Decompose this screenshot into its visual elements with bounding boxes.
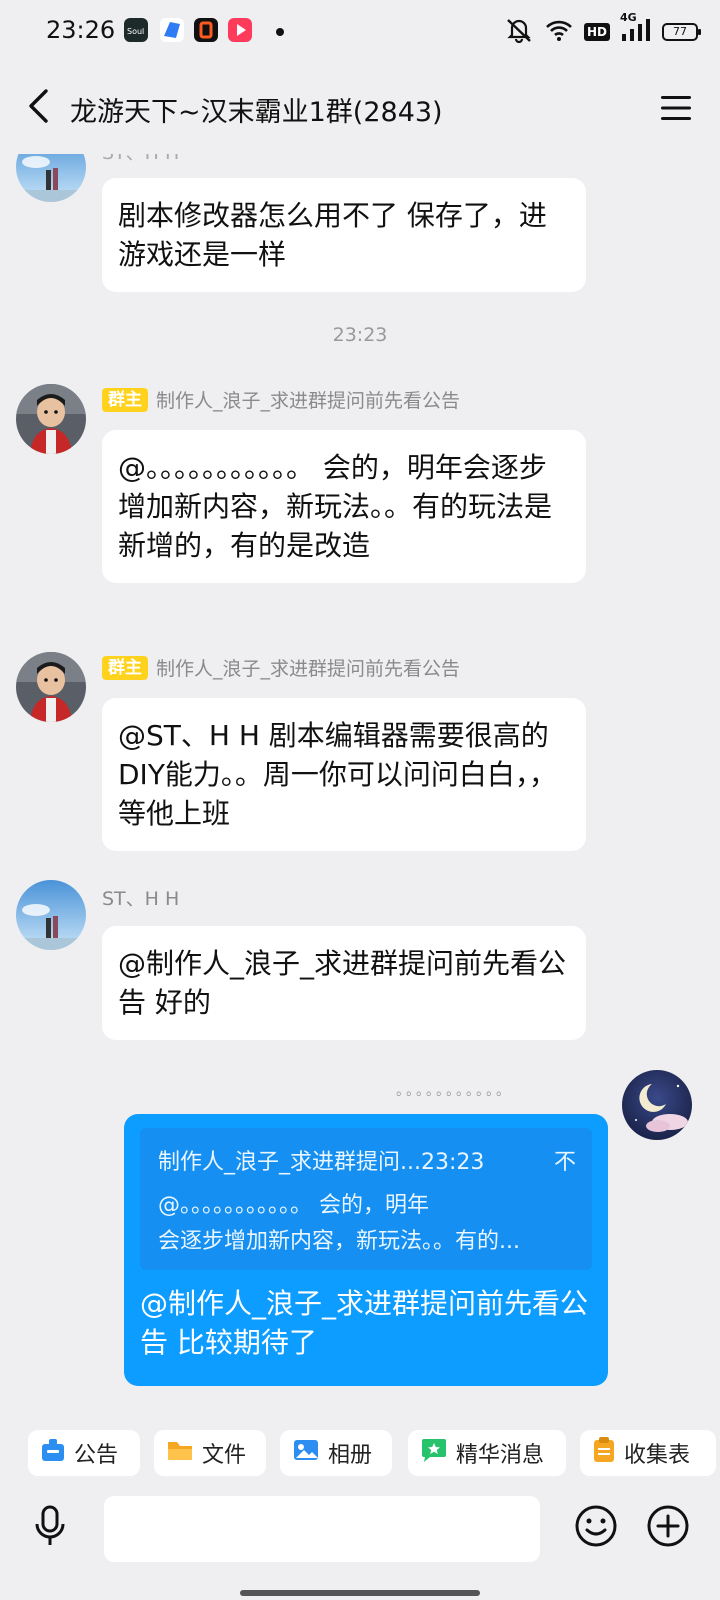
chip-label: 文件 xyxy=(202,1443,247,1468)
chat-header: 龙游天下~汉末霸业1群(2843) xyxy=(0,64,720,154)
microphone-icon xyxy=(32,1504,68,1552)
orange-app-icon xyxy=(194,18,218,42)
quote-line: 会逐步增加新内容，新玩法。。有的... xyxy=(158,1229,520,1254)
page-title: 龙游天下~汉末霸业1群(2843) xyxy=(70,97,443,128)
reply-quote[interactable]: 制作人_浪子_求进群提问...23:23 不 @。。。。。。。。。。。 会的，明… xyxy=(140,1128,592,1270)
menu-button[interactable] xyxy=(656,90,696,130)
message-bubble[interactable]: @制作人_浪子_求进群提问前先看公告 好的 xyxy=(102,926,586,1040)
blue-app-icon xyxy=(160,18,184,42)
battery-icon: 77 xyxy=(662,23,701,41)
message-list[interactable]: ST、H H 剧本修改器怎么用不了 保存了，进游戏还是一样 23:23 群主 制… xyxy=(0,154,720,1422)
network-type: 4G xyxy=(620,11,637,24)
essence-messages-button[interactable]: 精华消息 xyxy=(408,1430,566,1476)
album-button[interactable]: 相册 xyxy=(280,1430,392,1476)
chip-label: 收集表 xyxy=(624,1443,691,1468)
quote-body: @。。。。。。。。。。。 会的，明年 会逐步增加新内容，新玩法。。有的... xyxy=(158,1188,578,1260)
voice-button[interactable] xyxy=(28,1504,72,1552)
quote-close-label[interactable]: 不 xyxy=(554,1144,576,1176)
home-indicator[interactable] xyxy=(240,1590,480,1596)
svg-text:Soul: Soul xyxy=(127,27,144,36)
sender-name: 群主 制作人_浪子_求进群提问前先看公告 xyxy=(102,386,460,413)
status-bar: 23:26 Soul HD 4G 77 xyxy=(0,0,720,64)
album-icon xyxy=(292,1437,320,1469)
input-bar xyxy=(0,1488,720,1600)
announcement-icon xyxy=(40,1437,66,1469)
chip-label: 精华消息 xyxy=(456,1443,545,1468)
smiley-icon xyxy=(574,1505,618,1552)
emoji-button[interactable] xyxy=(574,1504,618,1548)
quote-header: 制作人_浪子_求进群提问...23:23 xyxy=(158,1150,485,1175)
mute-icon xyxy=(504,17,534,47)
signal-icon: 4G xyxy=(620,11,652,47)
collection-form-button[interactable]: 收集表 xyxy=(580,1430,716,1476)
avatar-group-owner[interactable] xyxy=(16,384,86,454)
form-icon xyxy=(592,1436,616,1470)
owner-badge: 群主 xyxy=(102,387,148,412)
chip-label: 公告 xyxy=(74,1443,119,1468)
announcement-button[interactable]: 公告 xyxy=(28,1430,140,1476)
message-bubble[interactable]: @ST、H H 剧本编辑器需要很高的DIY能力。。周一你可以问问白白，，等他上班 xyxy=(102,698,586,851)
quote-line: @。。。。。。。。。。。 会的，明年 xyxy=(158,1193,429,1218)
message-bubble[interactable]: @。。。。。。。。。。。 会的，明年会逐步增加新内容，新玩法。。有的玩法是新增的… xyxy=(102,430,586,583)
hd-badge: HD xyxy=(583,23,610,41)
soul-app-icon: Soul xyxy=(124,18,148,42)
video-app-icon xyxy=(228,18,252,42)
avatar-st-hh[interactable] xyxy=(16,154,86,202)
folder-icon xyxy=(166,1438,194,1468)
sender-name: ST、H H xyxy=(102,154,179,165)
owner-badge: 群主 xyxy=(102,655,148,680)
my-message-bubble[interactable]: 制作人_浪子_求进群提问...23:23 不 @。。。。。。。。。。。 会的，明… xyxy=(124,1114,608,1386)
my-sender-name: 。。。。。。。。。。。 xyxy=(396,1083,513,1099)
back-button[interactable] xyxy=(18,86,58,130)
my-avatar[interactable] xyxy=(622,1070,692,1140)
time-divider: 23:23 xyxy=(332,324,388,346)
my-message-text: @制作人_浪子_求进群提问前先看公告 比较期待了 xyxy=(140,1287,589,1359)
status-time: 23:26 xyxy=(46,16,116,44)
sender-name: 群主 制作人_浪子_求进群提问前先看公告 xyxy=(102,654,460,681)
chevron-left-icon xyxy=(26,88,50,128)
sender-name: ST、H H xyxy=(102,888,180,910)
message-input[interactable] xyxy=(104,1496,540,1562)
chip-label: 相册 xyxy=(328,1443,373,1468)
hamburger-icon xyxy=(660,94,692,126)
wifi-icon xyxy=(544,18,574,46)
files-button[interactable]: 文件 xyxy=(154,1430,266,1476)
more-button[interactable] xyxy=(646,1504,690,1548)
notification-dot xyxy=(276,28,284,36)
plus-icon xyxy=(646,1505,690,1552)
avatar-st-hh[interactable] xyxy=(16,880,86,950)
essence-icon xyxy=(420,1437,448,1469)
avatar-group-owner[interactable] xyxy=(16,652,86,722)
shortcut-bar[interactable]: 公告 文件 相册 精华消息 收集表 xyxy=(0,1422,720,1488)
message-bubble[interactable]: 剧本修改器怎么用不了 保存了，进游戏还是一样 xyxy=(102,178,586,292)
